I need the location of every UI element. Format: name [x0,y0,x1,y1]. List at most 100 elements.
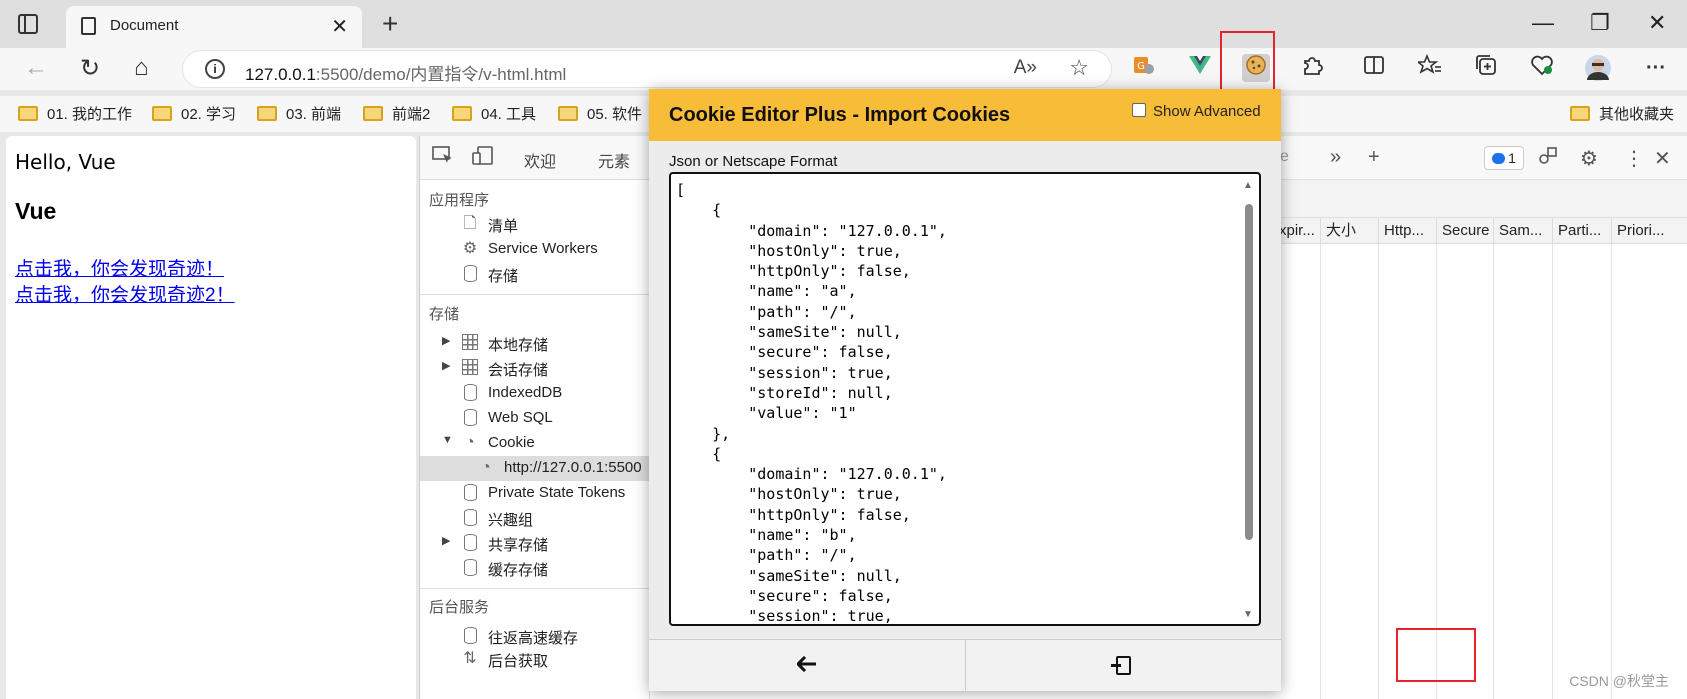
column-secure[interactable]: Secure [1436,218,1493,244]
sidebar-item-session-storage[interactable]: ▶ 会话存储 [420,356,649,381]
favorites-icon[interactable] [1415,53,1444,82]
bookmark-folder[interactable]: 03. 前端 [257,103,341,124]
watermark: CSDN @秋堂主 [1569,673,1669,689]
url-text[interactable]: 127.0.0.1:5500/demo/内置指令/v-html.html [245,60,566,85]
import-button[interactable] [965,628,1476,692]
close-window-button[interactable]: ✕ [1648,10,1666,36]
settings-gear-icon[interactable]: ⚙ [1580,146,1598,171]
device-toolbar-icon[interactable] [472,146,494,172]
page-heading: Vue [15,198,57,224]
tab-close-icon[interactable]: ✕ [331,14,348,39]
home-button[interactable]: ⌂ [134,54,149,82]
reload-button[interactable]: ↻ [80,54,100,83]
section-storage: 存储 [429,306,460,323]
tab-title: Document [110,17,179,34]
sidebar-item-cache-storage[interactable]: 缓存存储 [420,556,649,581]
column-httponly[interactable]: Http... [1378,218,1436,244]
close-devtools-icon[interactable]: ✕ [1654,146,1671,171]
bookmark-folder[interactable]: 05. 软件 [558,103,642,124]
sidebar-item-bfcache[interactable]: 往返高速缓存 [420,624,649,649]
sidebar-item-manifest[interactable]: 🗋 清单 [420,212,649,237]
back-button[interactable] [649,640,965,692]
translate-extension-icon[interactable]: G [1130,54,1158,82]
sidebar-item-background-fetch[interactable]: ⇅ 后台获取 [420,647,649,672]
add-panel-icon[interactable]: + [1368,146,1380,169]
sidebar-item-interest-groups[interactable]: 兴趣组 [420,506,649,531]
sidebar-item-web-sql[interactable]: Web SQL [420,406,649,431]
sidebar-item-cookie-origin[interactable]: ◔ http://127.0.0.1:5500 [420,456,649,481]
scrollbar-thumb[interactable] [1245,204,1253,540]
bookmark-folder[interactable]: 01. 我的工作 [18,103,132,124]
database-icon [462,484,478,502]
column-samesite[interactable]: Sam... [1493,218,1552,244]
browser-essentials-icon[interactable] [1528,54,1556,82]
magic-link-1[interactable]: 点击我，你会发现奇迹！ [15,254,224,281]
sidebar-item-cookie[interactable]: ▼ ◔ Cookie [420,431,649,456]
bookmark-folder[interactable]: 04. 工具 [452,103,536,124]
database-icon [462,509,478,527]
new-tab-button[interactable]: + [382,8,398,40]
collections-icon[interactable] [1472,54,1500,82]
vue-devtools-icon[interactable] [1186,54,1214,82]
folder-icon [363,106,383,121]
issues-badge[interactable]: 1 [1484,146,1524,170]
tab-welcome[interactable]: 欢迎 [524,148,556,172]
favorite-star-icon[interactable]: ☆ [1069,55,1089,81]
sort-arrows-icon: ⇅ [463,650,477,667]
bookmark-folder[interactable]: 前端2 [363,103,430,124]
split-screen-icon[interactable] [1360,54,1388,82]
column-size[interactable]: 大小 [1320,218,1378,244]
bookmark-folder[interactable]: 02. 学习 [152,103,236,124]
table-grid-icon [462,359,478,377]
scroll-down-icon[interactable]: ▼ [1243,609,1253,620]
tab-application-partial[interactable]: e [1280,148,1289,166]
tab-elements[interactable]: 元素 [598,148,630,172]
column-priority[interactable]: Priori... [1611,218,1687,244]
restore-button[interactable]: ❐ [1590,10,1610,36]
scroll-up-icon[interactable]: ▲ [1243,180,1253,191]
cookie-json-text[interactable]: [ { "domain": "127.0.0.1", "hostOnly": t… [676,180,947,624]
sidebar-item-private-state-tokens[interactable]: Private State Tokens [420,481,649,506]
folder-icon [558,106,578,121]
more-tabs-icon[interactable]: » [1330,146,1341,169]
cookie-json-textarea[interactable]: [ { "domain": "127.0.0.1", "hostOnly": t… [669,172,1261,626]
column-divider [1378,244,1379,699]
cookie-icon: ◔ [481,459,491,476]
site-info-icon[interactable]: i [205,59,225,79]
customize-icon[interactable] [1538,146,1558,172]
database-icon [462,384,478,402]
address-bar[interactable]: i 127.0.0.1:5500/demo/内置指令/v-html.html A… [182,50,1112,88]
show-advanced-toggle[interactable]: Show Advanced [1132,103,1261,120]
magic-link-2[interactable]: 点击我，你会发现奇迹2！ [15,280,235,307]
sidebar-item-local-storage[interactable]: ▶ 本地存储 [420,331,649,356]
section-background-services: 后台服务 [429,599,490,616]
expand-arrow-icon[interactable]: ▶ [442,534,450,547]
column-partition[interactable]: Parti... [1552,218,1611,244]
read-aloud-icon[interactable]: A» [1014,57,1037,79]
cookie-table-header: xpir... 大小 Http... Secure Sam... Parti..… [1274,218,1687,244]
expand-arrow-icon[interactable]: ▶ [442,359,450,372]
other-favorites-folder[interactable]: 其他收藏夹 [1570,103,1674,124]
tab-document[interactable]: Document ✕ [66,6,362,48]
sidebar-item-indexeddb[interactable]: IndexedDB [420,381,649,406]
minimize-button[interactable]: — [1532,10,1554,36]
hello-text: Hello, Vue [15,150,116,174]
collapse-arrow-icon[interactable]: ▼ [442,434,453,446]
sidebar-item-shared-storage[interactable]: ▶ 共享存储 [420,531,649,556]
sidebar-item-storage[interactable]: 存储 [420,262,649,287]
expand-arrow-icon[interactable]: ▶ [442,334,450,347]
document-icon [81,17,96,35]
editor-scrollbar[interactable]: ▲ ▼ [1241,176,1257,622]
profile-avatar[interactable] [1584,54,1612,82]
application-sidebar: 应用程序 🗋 清单 ⚙ Service Workers 存储 存储 ▶ 本地存储 ▶ 会… [420,181,650,699]
cookie-editor-popup: Cookie Editor Plus - Import Cookies Show… [649,89,1476,692]
kebab-menu-icon[interactable]: ⋮ [1624,146,1644,171]
inspect-element-icon[interactable] [432,146,454,172]
gear-file-icon: ⚙ [462,240,478,257]
more-menu-button[interactable]: ··· [1642,54,1670,82]
vertical-tabs-icon[interactable] [18,14,38,34]
back-button[interactable]: ← [24,54,48,82]
sidebar-item-service-workers[interactable]: ⚙ Service Workers [420,237,649,262]
show-advanced-checkbox[interactable] [1132,103,1146,117]
extensions-puzzle-icon[interactable] [1298,54,1326,82]
